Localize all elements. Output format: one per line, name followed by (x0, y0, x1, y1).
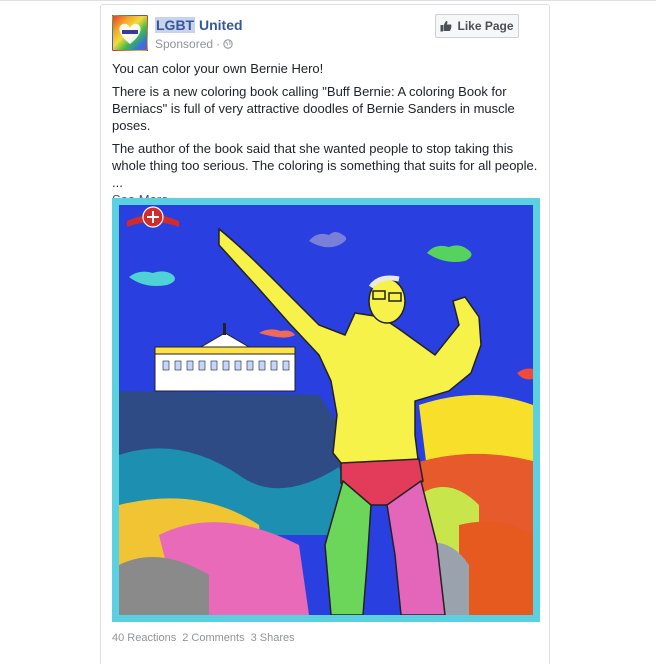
reactions-count[interactable]: 40 Reactions (112, 632, 176, 644)
thumbs-up-icon (440, 20, 452, 32)
buff-bernie-coloring-illustration (119, 205, 533, 615)
lgbt-united-watermark (121, 205, 183, 237)
page-name-rest: United (195, 17, 243, 33)
shares-count[interactable]: 3 Shares (251, 632, 295, 644)
post-line-3: The author of the book said that she wan… (112, 141, 538, 190)
lgbt-united-logo-icon (113, 16, 147, 50)
page-name-link[interactable]: LGBT United (155, 17, 243, 33)
top-divider (0, 0, 656, 1)
sponsored-text[interactable]: Sponsored (155, 37, 213, 51)
page-avatar[interactable] (112, 15, 148, 51)
post-line-2: There is a new coloring book calling "Bu… (112, 84, 515, 133)
like-page-label: Like Page (457, 19, 514, 33)
post-line-1: You can color your own Bernie Hero! (112, 61, 324, 76)
sponsored-post-card: LGBT United Sponsored · Like Page You ca… (100, 4, 550, 664)
sponsored-label: Sponsored · (155, 37, 233, 51)
post-image[interactable] (112, 198, 540, 622)
post-body: You can color your own Bernie Hero! Ther… (112, 60, 542, 208)
page-name-highlight: LGBT (155, 17, 196, 33)
globe-icon (223, 39, 233, 49)
comments-count[interactable]: 2 Comments (182, 632, 244, 644)
post-stats: 40 Reactions 2 Comments 3 Shares (112, 632, 295, 644)
sponsored-dot: · (216, 37, 221, 51)
like-page-button[interactable]: Like Page (435, 14, 519, 38)
